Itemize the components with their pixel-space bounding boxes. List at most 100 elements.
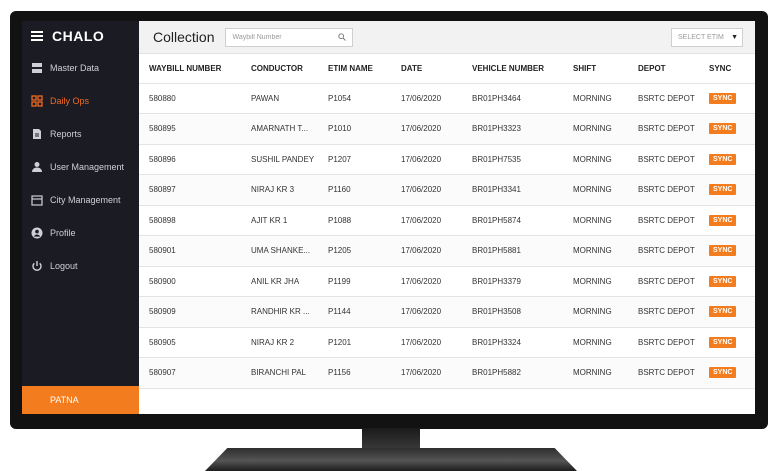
hamburger-menu-icon[interactable] bbox=[31, 31, 43, 41]
shift-cell: MORNING bbox=[563, 235, 628, 267]
date-cell: 17/06/2020 bbox=[391, 205, 462, 236]
column-header-etim-name[interactable]: ETIM NAME bbox=[318, 54, 391, 84]
table-row[interactable]: 580896 SUSHIL PANDEY P1207 17/06/2020 BR01PH… bbox=[139, 144, 755, 175]
sync-button[interactable]: SYNC bbox=[709, 153, 737, 165]
depot-cell: BSRTC DEPOT bbox=[628, 327, 699, 358]
etim-name-cell: P1156 bbox=[318, 357, 391, 389]
vehicle-number-cell: BR01PH5874 bbox=[462, 205, 563, 236]
shift-cell: MORNING bbox=[563, 296, 628, 328]
table-row[interactable]: 580895 AMARNATH T... P1010 17/06/2020 BR01PH… bbox=[139, 113, 755, 145]
vehicle-number-cell: BR01PH3508 bbox=[462, 296, 563, 328]
waybill-number-cell: 580897 bbox=[139, 174, 241, 206]
sidebar-item-label: Profile bbox=[50, 227, 76, 238]
date-cell: 17/06/2020 bbox=[391, 296, 462, 328]
column-header-waybill-number[interactable]: WAYBILL NUMBER bbox=[139, 54, 241, 84]
conductor-cell: UMA SHANKE... bbox=[241, 235, 318, 267]
sidebar: CHALO Master Data Daily Ops Reports User… bbox=[22, 21, 139, 414]
sync-cell: SYNC bbox=[699, 327, 755, 358]
sync-button[interactable]: SYNC bbox=[709, 184, 737, 196]
sidebar-nav: Master Data Daily Ops Reports User Manag… bbox=[22, 51, 139, 282]
column-header-conductor[interactable]: CONDUCTOR bbox=[241, 54, 318, 84]
sidebar-item-logout[interactable]: Logout bbox=[22, 249, 139, 282]
column-header-sync[interactable]: SYNC bbox=[699, 54, 755, 84]
table-row[interactable]: 580897 NIRAJ KR 3 P1160 17/06/2020 BR01PH334… bbox=[139, 174, 755, 206]
conductor-cell: NIRAJ KR 3 bbox=[241, 174, 318, 206]
waybill-number-cell: 580909 bbox=[139, 296, 241, 328]
date-cell: 17/06/2020 bbox=[391, 113, 462, 145]
table-row[interactable]: 580880 PAWAN P1054 17/06/2020 BR01PH3464 MORN… bbox=[139, 83, 755, 114]
waybill-number-cell: 580901 bbox=[139, 235, 241, 267]
column-header-vehicle-number[interactable]: VEHICLE NUMBER bbox=[462, 54, 563, 84]
sidebar-item-city-management[interactable]: City Management bbox=[22, 183, 139, 216]
waybill-number-cell: 580880 bbox=[139, 83, 241, 114]
city-selector[interactable]: PATNA bbox=[22, 386, 139, 414]
sidebar-item-label: User Management bbox=[50, 161, 125, 172]
depot-cell: BSRTC DEPOT bbox=[628, 266, 699, 297]
sidebar-item-user-management[interactable]: User Management bbox=[22, 150, 139, 183]
shift-cell: MORNING bbox=[563, 174, 628, 206]
waybill-number-cell: 580907 bbox=[139, 357, 241, 389]
etim-name-cell: P1207 bbox=[318, 144, 391, 175]
sidebar-item-profile[interactable]: Profile bbox=[22, 216, 139, 249]
shift-cell: MORNING bbox=[563, 357, 628, 389]
sync-cell: SYNC bbox=[699, 144, 755, 175]
database-icon bbox=[31, 62, 43, 74]
brand-bar: CHALO bbox=[22, 21, 139, 51]
sync-cell: SYNC bbox=[699, 296, 755, 328]
shift-cell: MORNING bbox=[563, 266, 628, 297]
page-header: Collection SELECT ETIM ▼ bbox=[139, 21, 755, 54]
vehicle-number-cell: BR01PH5881 bbox=[462, 235, 563, 267]
sync-button[interactable]: SYNC bbox=[709, 123, 737, 135]
column-header-date[interactable]: DATE bbox=[391, 54, 462, 84]
table-row[interactable]: 580900 ANIL KR JHA P1199 17/06/2020 BR01PH33… bbox=[139, 266, 755, 297]
table-row[interactable]: 580909 RANDHIR KR ... P1144 17/06/2020 BR01P… bbox=[139, 296, 755, 328]
table-row[interactable]: 580898 AJIT KR 1 P1088 17/06/2020 BR01PH5874… bbox=[139, 205, 755, 236]
sync-button[interactable]: SYNC bbox=[709, 336, 737, 348]
user-icon bbox=[31, 161, 43, 173]
sync-button[interactable]: SYNC bbox=[709, 306, 737, 318]
column-header-shift[interactable]: SHIFT bbox=[563, 54, 628, 84]
page-title: Collection bbox=[153, 29, 215, 45]
main-content: Collection SELECT ETIM ▼ WAYBILL NUMBER … bbox=[139, 21, 755, 414]
sync-button[interactable]: SYNC bbox=[709, 92, 737, 104]
power-icon bbox=[31, 260, 43, 272]
etim-select[interactable]: SELECT ETIM ▼ bbox=[671, 28, 743, 47]
waybill-number-cell: 580900 bbox=[139, 266, 241, 297]
vehicle-number-cell: BR01PH3464 bbox=[462, 83, 563, 114]
search-input[interactable] bbox=[232, 33, 333, 41]
sidebar-item-master-data[interactable]: Master Data bbox=[22, 51, 139, 84]
sync-cell: SYNC bbox=[699, 174, 755, 206]
waybill-number-cell: 580895 bbox=[139, 113, 241, 145]
conductor-cell: RANDHIR KR ... bbox=[241, 296, 318, 328]
sync-cell: SYNC bbox=[699, 83, 755, 114]
sync-button[interactable]: SYNC bbox=[709, 275, 737, 287]
search-icon[interactable] bbox=[338, 33, 347, 41]
monitor-stand-neck bbox=[362, 428, 420, 450]
vehicle-number-cell: BR01PH3324 bbox=[462, 327, 563, 358]
conductor-cell: NIRAJ KR 2 bbox=[241, 327, 318, 358]
table-row[interactable]: 580905 NIRAJ KR 2 P1201 17/06/2020 BR01PH332… bbox=[139, 327, 755, 358]
vehicle-number-cell: BR01PH3379 bbox=[462, 266, 563, 297]
conductor-cell: AMARNATH T... bbox=[241, 113, 318, 145]
table-row[interactable]: 580901 UMA SHANKE... P1205 17/06/2020 BR01PH… bbox=[139, 235, 755, 267]
waybill-number-cell: 580898 bbox=[139, 205, 241, 236]
column-header-depot[interactable]: DEPOT bbox=[628, 54, 699, 84]
sidebar-item-reports[interactable]: Reports bbox=[22, 117, 139, 150]
sidebar-item-label: Reports bbox=[50, 128, 82, 139]
sync-button[interactable]: SYNC bbox=[709, 245, 737, 257]
sync-button[interactable]: SYNC bbox=[709, 367, 737, 379]
sync-button[interactable]: SYNC bbox=[709, 214, 737, 226]
sync-cell: SYNC bbox=[699, 235, 755, 267]
sidebar-item-daily-ops[interactable]: Daily Ops bbox=[22, 84, 139, 117]
etim-name-cell: P1201 bbox=[318, 327, 391, 358]
screen: CHALO Master Data Daily Ops Reports User… bbox=[22, 21, 755, 414]
date-cell: 17/06/2020 bbox=[391, 266, 462, 297]
calendar-icon bbox=[31, 194, 43, 206]
conductor-cell: BIRANCHI PAL bbox=[241, 357, 318, 389]
depot-cell: BSRTC DEPOT bbox=[628, 83, 699, 114]
table-row[interactable]: 580907 BIRANCHI PAL P1156 17/06/2020 BR01PH5… bbox=[139, 357, 755, 389]
sync-cell: SYNC bbox=[699, 357, 755, 389]
sidebar-item-label: Master Data bbox=[50, 62, 100, 73]
etim-name-cell: P1010 bbox=[318, 113, 391, 145]
table-body: 580880 PAWAN P1054 17/06/2020 BR01PH3464 MORN… bbox=[139, 83, 755, 389]
